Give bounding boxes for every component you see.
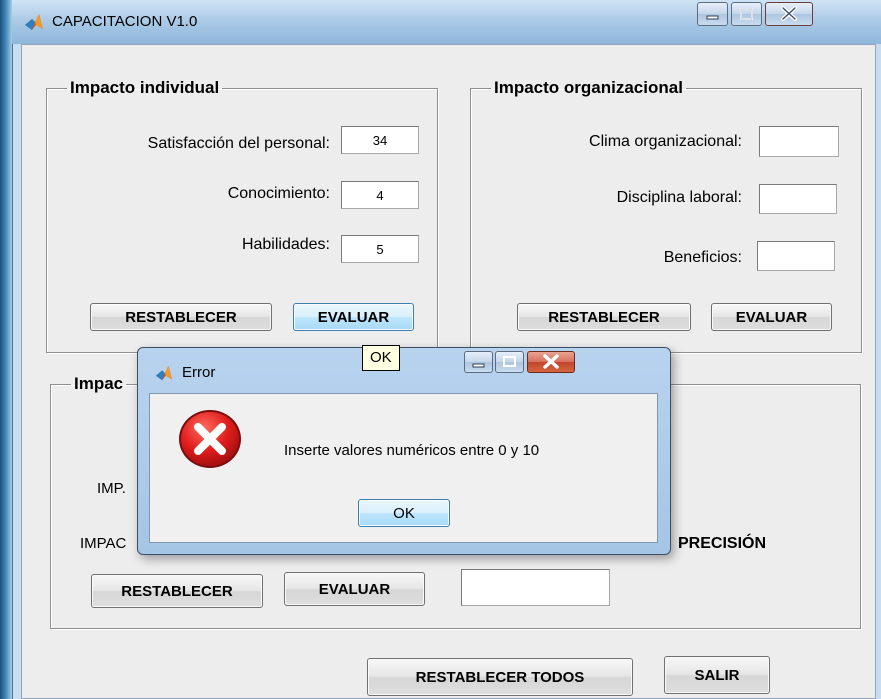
restablecer-individual-button[interactable]: RESTABLECER [90, 303, 272, 331]
restablecer-todos-button[interactable]: RESTABLECER TODOS [367, 658, 633, 696]
precision-input[interactable] [461, 569, 610, 606]
label-impacto-row2: IMPAC [80, 535, 127, 552]
label-impacto-row1: IMP. [97, 480, 126, 497]
maximize-icon [740, 8, 753, 20]
evaluar-global-button[interactable]: EVALUAR [284, 572, 425, 606]
restablecer-global-button[interactable]: RESTABLECER [91, 574, 263, 608]
evaluar-individual-button[interactable]: EVALUAR [293, 303, 414, 331]
label-conocimiento: Conocimiento: [227, 185, 330, 202]
close-icon [781, 6, 797, 21]
label-satisfaccion: Satisfacción del personal: [147, 135, 330, 152]
dialog-maximize-button[interactable] [495, 351, 524, 373]
satisfaccion-input[interactable] [341, 126, 419, 154]
dialog-minimize-button[interactable] [464, 351, 493, 373]
window-title: CAPACITACION V1.0 [52, 13, 198, 30]
error-icon [179, 410, 241, 468]
restablecer-organizacional-button[interactable]: RESTABLECER [517, 303, 691, 331]
minimize-button[interactable] [697, 2, 728, 26]
habilidades-input[interactable] [341, 235, 419, 263]
dialog-close-button[interactable] [527, 351, 575, 373]
minimize-icon [706, 15, 719, 20]
tooltip: OK [362, 345, 400, 371]
beneficios-input[interactable] [757, 241, 835, 271]
label-clima: Clima organizacional: [589, 133, 742, 150]
close-icon [543, 354, 559, 369]
clima-input[interactable] [759, 126, 839, 157]
dialog-message: Inserte valores numéricos entre 0 y 10 [284, 442, 540, 459]
label-beneficios: Beneficios: [663, 249, 742, 266]
disciplina-input[interactable] [759, 184, 837, 214]
close-button[interactable] [765, 2, 813, 26]
matlab-icon [25, 14, 43, 30]
panel-title-individual: Impacto individual [70, 78, 220, 97]
label-habilidades: Habilidades: [241, 236, 330, 253]
label-disciplina: Disciplina laboral: [616, 189, 742, 206]
panel-title-organizacional: Impacto organizacional [494, 78, 683, 97]
minimize-icon [472, 363, 485, 368]
label-precision: PRECISIÓN [678, 535, 767, 552]
panel-title-global: Impac [74, 374, 124, 393]
dialog-ok-button[interactable]: OK [358, 499, 450, 527]
dialog-title: Error [182, 364, 216, 381]
matlab-icon [155, 365, 173, 381]
desktop-background [0, 0, 12, 699]
maximize-button[interactable] [731, 2, 762, 26]
salir-button[interactable]: SALIR [664, 656, 770, 694]
maximize-icon [503, 356, 516, 367]
conocimiento-input[interactable] [341, 181, 419, 209]
evaluar-organizacional-button[interactable]: EVALUAR [711, 303, 832, 331]
